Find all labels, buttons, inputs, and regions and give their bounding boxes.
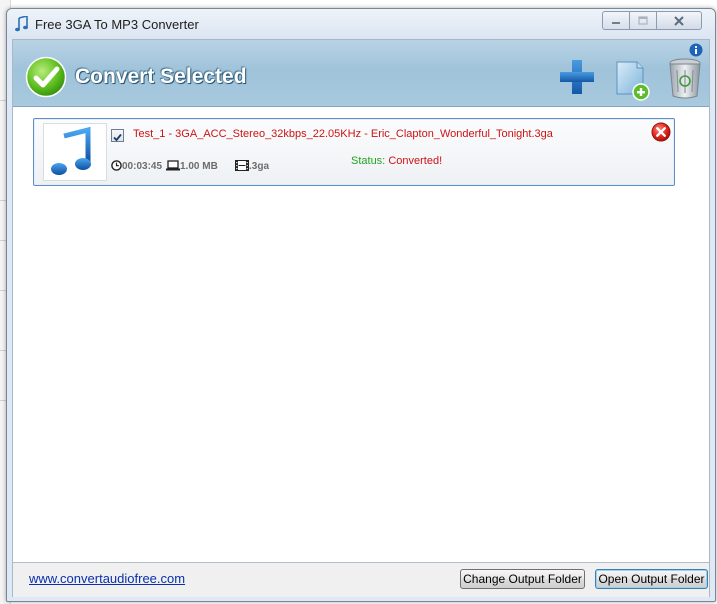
file-size: 1.00 MB [166,160,218,172]
close-icon [674,15,684,26]
recycle-bin-icon [669,58,701,99]
music-note-icon [15,16,28,32]
file-format-value: .3ga [249,161,270,172]
remove-file-icon[interactable] [651,122,671,142]
maximize-button[interactable] [629,11,657,30]
file-status: Status: Converted! [351,155,442,167]
change-output-folder-button[interactable]: Change Output Folder [460,569,585,589]
add-file-icon [560,60,594,94]
minimize-button[interactable] [602,11,630,30]
recycle-bin-button[interactable] [665,54,709,102]
file-list-item[interactable]: Test_1 - 3GA_ACC_Stereo_32kbps_22.05KHz … [33,118,675,186]
title-bar[interactable]: Free 3GA To MP3 Converter [7,9,715,39]
file-select-checkbox[interactable] [111,129,124,142]
music-file-icon [51,126,91,175]
file-duration: 00:03:45 [111,160,162,172]
status-value: Converted! [388,155,443,167]
file-thumbnail [43,123,107,181]
film-icon [235,160,249,171]
convert-selected-label: Convert Selected [75,65,247,88]
laptop-icon [166,160,180,171]
convert-selected-button[interactable]: Convert Selected [25,56,247,98]
clock-icon [111,160,122,171]
add-folder-button[interactable] [611,54,655,102]
file-size-value: 1.00 MB [180,161,218,172]
close-button[interactable] [656,11,702,30]
add-file-button[interactable] [555,54,599,102]
file-name: Test_1 - 3GA_ACC_Stereo_32kbps_22.05KHz … [133,128,553,140]
checkmark-icon [113,133,122,142]
window-title: Free 3GA To MP3 Converter [35,17,199,32]
file-format: .3ga [235,160,269,172]
maximize-icon [638,16,648,25]
window-controls [602,11,702,30]
toolbar: Convert Selected [13,40,709,107]
website-link[interactable]: www.convertaudiofree.com [29,571,185,586]
app-window: Free 3GA To MP3 Converter Convert Select… [6,8,716,602]
minimize-icon [612,21,620,24]
add-folder-icon [616,61,650,101]
client-area: Convert Selected Test_1 - 3GA_ACC_Stereo… [12,39,710,597]
green-check-icon [25,56,67,98]
status-label: Status: [351,155,386,167]
open-output-folder-button[interactable]: Open Output Folder [595,569,708,589]
footer-bar: www.convertaudiofree.com Change Output F… [13,562,709,597]
file-duration-value: 00:03:45 [122,161,163,172]
